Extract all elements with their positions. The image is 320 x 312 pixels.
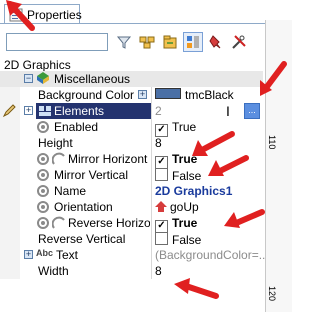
property-row-elements[interactable]: + Elements 2 I ... — [0, 103, 263, 119]
property-value[interactable]: tmcBlack — [155, 88, 234, 102]
property-value[interactable]: 8 — [155, 264, 162, 278]
ruler-label-top: 110 — [267, 135, 277, 150]
pin-icon[interactable] — [206, 32, 226, 52]
property-row-width[interactable]: Width 8 — [0, 263, 263, 279]
property-row-background-color[interactable]: Background Color + tmcBlack — [0, 87, 263, 103]
ruler-label-bottom: 120 — [267, 286, 277, 302]
text-cursor-icon: I — [226, 103, 230, 119]
expand-icon[interactable]: + — [138, 90, 147, 99]
color-swatch — [155, 88, 181, 99]
property-label: Reverse Horizontal — [68, 216, 150, 230]
property-label: Orientation — [54, 200, 113, 214]
property-value[interactable]: False — [155, 168, 201, 183]
object-name-header: 2D Graphics — [4, 58, 71, 72]
property-row-name[interactable]: Name 2D Graphics1 — [0, 183, 263, 199]
checkbox-unchecked[interactable] — [155, 232, 168, 245]
filter-icon[interactable] — [114, 32, 134, 52]
property-value[interactable]: goUp — [155, 200, 199, 214]
property-row-text[interactable]: + Abc Text (BackgroundColor=... — [0, 247, 269, 263]
property-label: Reverse Vertical — [38, 232, 126, 246]
tools-icon[interactable] — [229, 32, 249, 52]
property-value[interactable]: False — [155, 232, 201, 247]
property-value[interactable]: (BackgroundColor=... — [155, 248, 269, 262]
annotation-arrow-mirror-v — [208, 155, 249, 176]
property-label: Enabled — [54, 120, 99, 134]
property-label: Mirror Horizont... — [68, 152, 148, 166]
expand-icon[interactable]: + — [24, 250, 33, 259]
annotation-arrow-tab — [6, 0, 35, 31]
search-input[interactable] — [6, 33, 108, 51]
text-property-icon: Abc — [36, 248, 54, 258]
property-label: Background Color — [38, 88, 135, 102]
collapse-icon[interactable]: − — [24, 74, 33, 83]
annotation-arrow-ellipsis — [260, 61, 287, 96]
property-label: Mirror Vertical — [54, 168, 129, 182]
category-row-miscellaneous[interactable]: − Miscellaneous — [0, 71, 263, 87]
orientation-icon — [155, 200, 170, 214]
property-label: Elements — [54, 104, 105, 118]
property-value[interactable]: 2D Graphics1 — [155, 184, 232, 198]
alphabetical-view-icon[interactable] — [160, 32, 180, 52]
ellipsis-button[interactable]: ... — [244, 103, 260, 119]
category-label: Miscellaneous — [54, 72, 131, 86]
expand-icon[interactable]: + — [24, 106, 33, 115]
property-value[interactable]: 8 — [155, 136, 162, 150]
property-label: Name — [54, 184, 87, 198]
category-icon — [36, 71, 50, 88]
categorized-view-icon[interactable] — [137, 32, 157, 52]
property-label: Height — [38, 136, 73, 150]
checkbox-unchecked[interactable] — [155, 168, 168, 181]
property-label: Width — [38, 264, 69, 278]
property-pages-icon[interactable] — [183, 32, 203, 52]
annotation-arrow-width — [174, 278, 219, 299]
property-label: Text — [56, 248, 79, 262]
property-value[interactable]: 2 — [155, 104, 162, 118]
annotation-arrow-reverse-h — [224, 209, 265, 228]
